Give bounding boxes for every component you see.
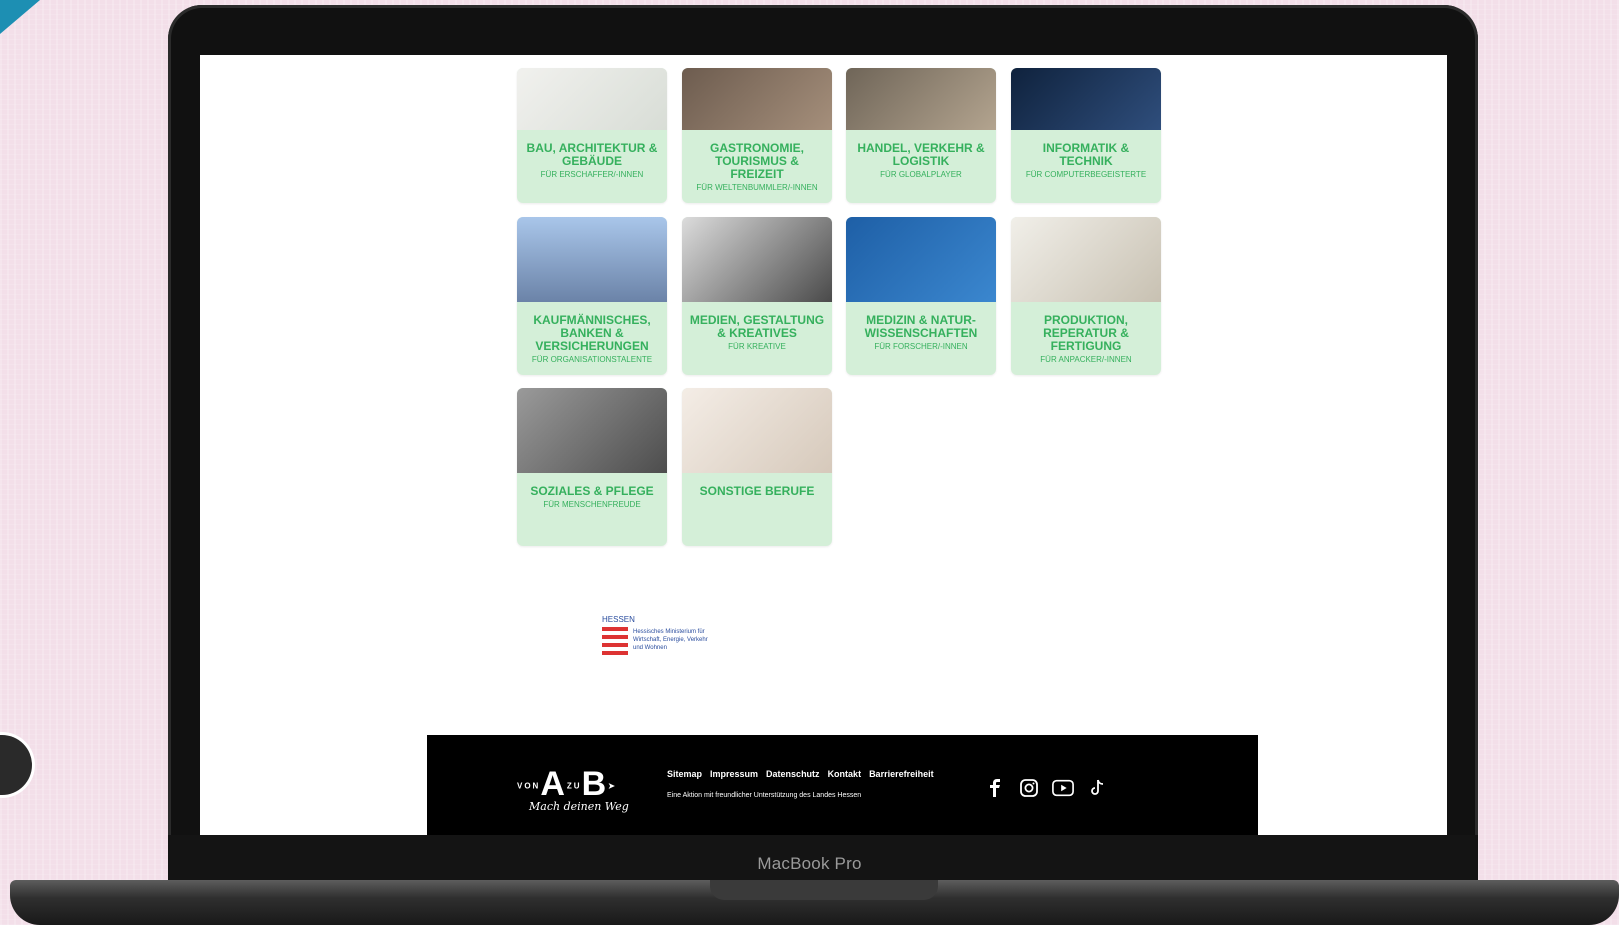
tile-subtitle: FÜR ORGANISATIONSTALENTE: [531, 355, 653, 364]
logo-a: A: [540, 765, 567, 803]
laptop-notch: [710, 880, 938, 900]
tile-image: [682, 217, 832, 302]
tile-handel[interactable]: HANDEL, VERKEHR & LOGISTIK FÜR GLOBALPLA…: [846, 68, 996, 203]
tile-title: KAUFMÄNNISCHES, BANKEN & VERSICHERUNGEN: [533, 313, 651, 353]
tile-title: HANDEL, VERKEHR & LOGISTIK: [857, 141, 985, 168]
footer-link-kontakt[interactable]: Kontakt: [828, 769, 862, 779]
ministry-name: Hessisches Ministerium für Wirtschaft, E…: [633, 629, 708, 651]
tile-title: GASTRONOMIE, TOURISMUS & FREIZEIT: [709, 141, 804, 181]
hessen-label: HESSEN: [602, 615, 635, 624]
arrow-icon: ➤: [608, 781, 617, 791]
tile-image: [682, 388, 832, 473]
logo-tagline: Mach deinen Weg: [529, 800, 629, 813]
site-logo[interactable]: VONAZUB➤ Mach deinen Weg: [517, 765, 629, 813]
tile-image: [1011, 68, 1161, 130]
footer-link-impressum[interactable]: Impressum: [710, 769, 758, 779]
tile-produktion[interactable]: PRODUKTION, REPERATUR & FERTIGUNG FÜR AN…: [1011, 217, 1161, 375]
tile-image: [517, 68, 667, 130]
footer-link-barrierefreiheit[interactable]: Barrierefreiheit: [869, 769, 934, 779]
tile-image: [846, 68, 996, 130]
tile-gastronomie[interactable]: GASTRONOMIE, TOURISMUS & FREIZEIT FÜR WE…: [682, 68, 832, 203]
ministry-logo[interactable]: HESSEN Hessisches Ministerium für Wirtsc…: [602, 615, 712, 660]
logo-b: B: [581, 765, 609, 803]
footer-link-sitemap[interactable]: Sitemap: [667, 769, 702, 779]
logo-von: VON: [517, 781, 541, 791]
hessen-flag-icon: [602, 625, 628, 655]
tile-medizin[interactable]: MEDIZIN & NATUR-WISSENSCHAFTEN FÜR FORSC…: [846, 217, 996, 375]
tile-bau[interactable]: BAU, ARCHITEKTUR & GEBÄUDE FÜR ERSCHAFFE…: [517, 68, 667, 203]
tile-subtitle: FÜR GLOBALPLAYER: [880, 170, 962, 179]
corner-sticker: [0, 0, 40, 34]
tile-image: [682, 68, 832, 130]
tile-medien[interactable]: MEDIEN, GESTALTUNG & KREATIVES FÜR KREAT…: [682, 217, 832, 375]
tile-title: BAU, ARCHITEKTUR & GEBÄUDE: [526, 141, 658, 168]
tile-subtitle: FÜR ANPACKER/-INNEN: [1040, 355, 1132, 364]
tile-title: MEDIZIN & NATUR-WISSENSCHAFTEN: [864, 313, 978, 340]
tile-kaufmaennisches[interactable]: KAUFMÄNNISCHES, BANKEN & VERSICHERUNGEN …: [517, 217, 667, 375]
tile-title: MEDIEN, GESTALTUNG & KREATIVES: [689, 313, 825, 340]
tile-title: INFORMATIK & TECHNIK: [1042, 141, 1130, 168]
tile-title: PRODUKTION, REPERATUR & FERTIGUNG: [1043, 313, 1129, 353]
instagram-icon[interactable]: [1018, 777, 1040, 799]
browser-screen: BAU, ARCHITEKTUR & GEBÄUDE FÜR ERSCHAFFE…: [200, 55, 1447, 835]
tiktok-icon[interactable]: [1086, 777, 1108, 799]
facebook-icon[interactable]: [984, 777, 1006, 799]
tile-subtitle: FÜR MENSCHENFREUDE: [543, 500, 641, 509]
footer-link-datenschutz[interactable]: Datenschutz: [766, 769, 820, 779]
youtube-icon[interactable]: [1052, 777, 1074, 799]
tile-soziales[interactable]: SOZIALES & PFLEGE FÜR MENSCHENFREUDE: [517, 388, 667, 546]
device-label: MacBook Pro: [757, 854, 862, 873]
tile-subtitle: FÜR ERSCHAFFER/-INNEN: [540, 170, 644, 179]
side-sticker: [0, 735, 32, 795]
social-links: [984, 777, 1108, 799]
tile-subtitle: FÜR KREATIVE: [728, 342, 786, 351]
tile-image: [1011, 217, 1161, 302]
tile-image: [517, 217, 667, 302]
footer-links: Sitemap Impressum Datenschutz Kontakt Ba…: [667, 769, 934, 779]
tile-image: [517, 388, 667, 473]
tile-image: [846, 217, 996, 302]
tile-subtitle: FÜR FORSCHER/-INNEN: [874, 342, 968, 351]
tile-subtitle: FÜR COMPUTERBEGEISTERTE: [1025, 170, 1147, 179]
tile-title: SOZIALES & PFLEGE: [530, 484, 654, 498]
tile-sonstige[interactable]: SONSTIGE BERUFE: [682, 388, 832, 546]
logo-wordmark: VONAZUB➤: [517, 765, 629, 804]
footer-note: Eine Aktion mit freundlicher Unterstützu…: [667, 792, 862, 799]
tile-subtitle: FÜR WELTENBUMMLER/-INNEN: [696, 183, 818, 192]
tile-title: SONSTIGE BERUFE: [699, 484, 815, 498]
site-footer: VONAZUB➤ Mach deinen Weg Sitemap Impress…: [427, 735, 1258, 835]
tile-informatik[interactable]: INFORMATIK & TECHNIK FÜR COMPUTERBEGEIST…: [1011, 68, 1161, 203]
logo-zu: ZU: [566, 781, 582, 791]
